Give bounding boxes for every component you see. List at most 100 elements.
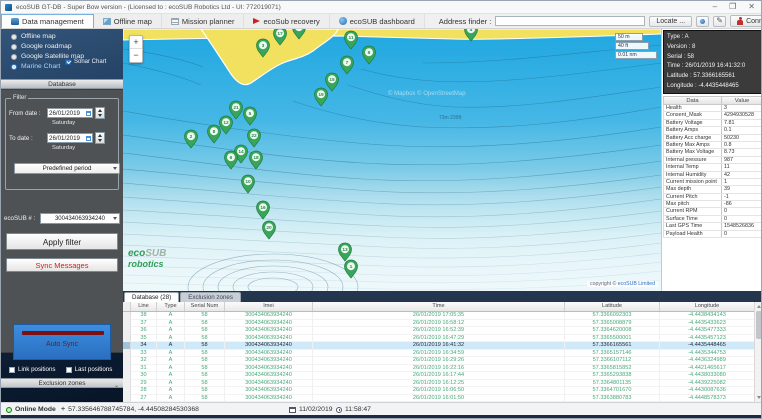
data-row-battery-acc-charge[interactable]: Battery Acc charge50230 <box>663 135 762 142</box>
row-selector[interactable] <box>123 395 131 403</box>
table-row-line-37[interactable]: 37A5830043406393424026/01/2019 16:58:125… <box>123 320 754 328</box>
to-date-stepper[interactable] <box>95 132 105 144</box>
checkbox-last-positions[interactable]: Last positions <box>66 366 113 373</box>
radio-icon[interactable] <box>11 44 17 50</box>
zoom-in-button[interactable]: + <box>130 36 142 49</box>
row-selector[interactable] <box>123 342 131 350</box>
calendar-icon[interactable] <box>86 111 91 116</box>
locate-button[interactable]: Locate ... <box>649 16 692 27</box>
from-date-input[interactable]: 26/01/2019 <box>47 108 93 118</box>
connect-gps-button[interactable]: Connect to GPS <box>730 15 762 27</box>
map-option-google-roadmap[interactable]: Google roadmap <box>11 42 84 51</box>
database-section-header[interactable]: Database <box>1 79 123 89</box>
data-row-internal-temp[interactable]: Internal Temp11 <box>663 164 762 171</box>
table-tab-database-28[interactable]: Database (28) <box>124 292 179 302</box>
column-header-latitude[interactable]: Latitude <box>565 302 660 311</box>
calendar-icon[interactable] <box>86 136 91 141</box>
table-row-line-32[interactable]: 32A5830043406393424026/01/2019 16:29:265… <box>123 357 754 365</box>
row-selector[interactable] <box>123 365 131 373</box>
data-row-internal-pressure[interactable]: Internal pressure987 <box>663 157 762 164</box>
data-row-internal-humidity[interactable]: Internal Humidity42 <box>663 172 762 179</box>
row-selector[interactable] <box>123 387 131 395</box>
address-finder-input[interactable] <box>495 16 645 26</box>
row-selector[interactable] <box>123 350 131 358</box>
map-canvas[interactable]: 1723311497151921512822214618101620131 + … <box>123 29 661 291</box>
zoom-out-button[interactable]: − <box>130 49 142 62</box>
center-position-button[interactable] <box>696 16 709 27</box>
column-header-value[interactable]: Value <box>722 97 762 104</box>
data-row-max-depth[interactable]: Max depth39 <box>663 186 762 193</box>
tab-ecosub-recovery[interactable]: ecoSub recovery <box>244 14 329 28</box>
column-header-line[interactable]: Line <box>131 302 157 311</box>
to-date-input[interactable]: 26/01/2019 <box>47 133 93 143</box>
scroll-up-icon[interactable] <box>757 305 761 308</box>
data-row-last-gps-time[interactable]: Last GPS Time1548526836 <box>663 223 762 230</box>
data-row-consent-mask[interactable]: Consent_Mask4294930528 <box>663 112 762 119</box>
data-row-max-pitch[interactable]: Max pitch-86 <box>663 201 762 208</box>
column-header-data[interactable]: Data <box>664 97 722 104</box>
data-row-battery-voltage[interactable]: Battery Voltage7.81 <box>663 120 762 127</box>
data-row-battery-amps[interactable]: Battery Amps0.1 <box>663 127 762 134</box>
table-row-line-29[interactable]: 29A5830043406393424026/01/2019 16:12:255… <box>123 380 754 388</box>
apply-filter-button[interactable]: Apply filter <box>6 233 118 250</box>
table-tab-exclusion-zones[interactable]: Exclusion zones <box>180 292 241 302</box>
radio-icon[interactable] <box>11 54 17 60</box>
data-row-surface-time[interactable]: Surface Time0 <box>663 216 762 223</box>
tab-ecosub-dashboard[interactable]: ecoSUB dashboard <box>330 14 425 28</box>
column-header-time[interactable]: Time <box>313 302 565 311</box>
ecosub-number-dropdown[interactable]: 300434063934240 <box>40 213 120 224</box>
data-row-current-rpm[interactable]: Current RPM0 <box>663 208 762 215</box>
data-row-battery-max-voltage[interactable]: Battery Max Voltage8.73 <box>663 149 762 156</box>
scrollbar-thumb[interactable] <box>756 311 762 339</box>
column-header-type[interactable]: Type <box>157 302 185 311</box>
table-row-line-31[interactable]: 31A5830043406393424026/01/2019 16:22:165… <box>123 365 754 373</box>
tab-offline-map[interactable]: Offline map <box>94 14 162 28</box>
map-option-offline-map[interactable]: Offline map <box>11 32 84 41</box>
row-selector[interactable] <box>123 372 131 380</box>
predefined-period-dropdown[interactable]: Predefined period <box>14 163 120 174</box>
sonar-chart-option[interactable]: Sonar Chart <box>65 59 106 65</box>
data-row-battery-max-amps[interactable]: Battery Max Amps0.8 <box>663 142 762 149</box>
row-selector[interactable] <box>123 357 131 365</box>
table-row-line-38[interactable]: 38A5830043406393424026/01/2019 17:05:355… <box>123 312 754 320</box>
radio-icon[interactable] <box>11 64 17 70</box>
table-scrollbar[interactable] <box>754 302 762 402</box>
table-row-line-35[interactable]: 35A5830043406393424026/01/2019 16:47:295… <box>123 335 754 343</box>
row-selector[interactable] <box>123 335 131 343</box>
copyright-link[interactable]: ecoSUB Limited <box>618 281 655 287</box>
data-row-payload-health[interactable]: Payload Health0 <box>663 231 762 238</box>
close-button[interactable]: ✕ <box>748 3 755 11</box>
table-row-line-34[interactable]: 34A5830043406393424026/01/2019 16:41:325… <box>123 342 754 350</box>
from-date-stepper[interactable] <box>95 107 105 119</box>
row-selector[interactable] <box>123 380 131 388</box>
table-row-line-36[interactable]: 36A5830043406393424026/01/2019 16:52:395… <box>123 327 754 335</box>
tab-mission-planner[interactable]: Mission planner <box>162 14 245 28</box>
edit-button[interactable]: ✎ <box>713 16 726 27</box>
table-row-line-33[interactable]: 33A5830043406393424026/01/2019 16:34:595… <box>123 350 754 358</box>
column-header-longitude[interactable]: Longitude <box>660 302 754 311</box>
data-row-health[interactable]: Health3 <box>663 105 762 112</box>
auto-sync-button[interactable]: Auto Sync <box>13 324 111 360</box>
row-selector[interactable] <box>123 320 131 328</box>
sonar-chart-checkbox[interactable] <box>65 59 71 65</box>
minimize-button[interactable]: – <box>713 3 717 11</box>
row-selector[interactable] <box>123 327 131 335</box>
maximize-button[interactable]: ❐ <box>729 3 736 11</box>
table-row-line-30[interactable]: 30A5830043406393424026/01/2019 16:17:445… <box>123 372 754 380</box>
checkbox-icon[interactable] <box>66 367 72 373</box>
row-selector[interactable] <box>123 312 131 320</box>
column-header-serial-num[interactable]: Serial Num <box>185 302 225 311</box>
status-time: 11:58:47 <box>345 406 371 413</box>
table-row-line-28[interactable]: 28A5830043406393424026/01/2019 16:06:505… <box>123 387 754 395</box>
checkbox-icon[interactable] <box>9 367 15 373</box>
checkbox-link-positions[interactable]: Link positions <box>9 366 56 373</box>
table-row-line-27[interactable]: 27A5830043406393424026/01/2019 16:01:505… <box>123 395 754 403</box>
column-header-imei[interactable]: Imei <box>225 302 313 311</box>
exclusion-zones-expander[interactable]: Exclusion zones ⌄ <box>1 378 123 388</box>
scroll-down-icon[interactable] <box>757 396 761 399</box>
sync-messages-button[interactable]: Sync Messages <box>6 258 118 272</box>
tab-data-management[interactable]: Data management <box>1 14 94 28</box>
data-row-current-mission-point[interactable]: Current mission point1 <box>663 179 762 186</box>
data-row-current-pitch[interactable]: Current Pitch-1 <box>663 194 762 201</box>
radio-icon[interactable] <box>11 34 17 40</box>
